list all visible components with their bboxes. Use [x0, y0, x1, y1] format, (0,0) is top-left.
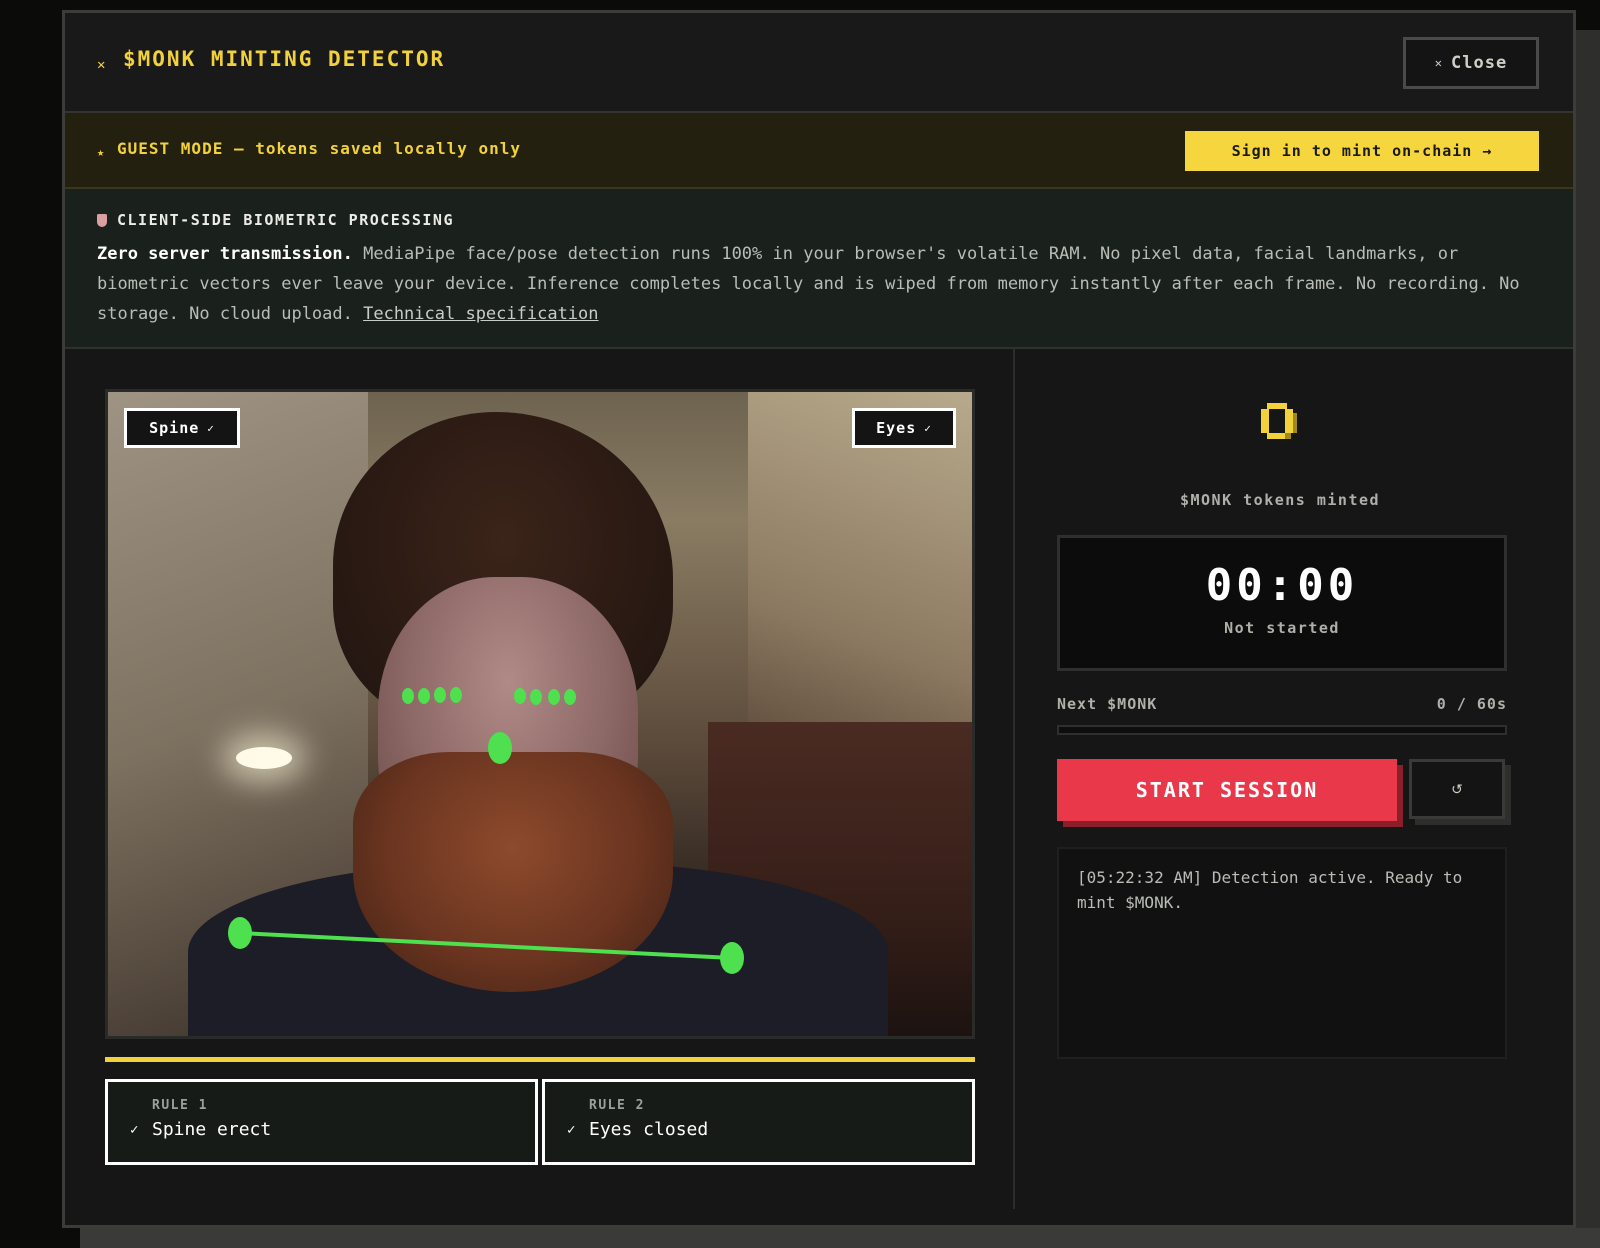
eye-landmark	[514, 688, 526, 704]
check-icon: ✓	[924, 421, 932, 435]
title-x-icon: ✕	[97, 57, 106, 73]
check-icon: ✓	[130, 1121, 139, 1138]
reset-button[interactable]: ↺	[1409, 759, 1505, 819]
camera-feed: Spine ✓ Eyes ✓	[105, 389, 975, 1039]
rule-card-1: RULE 1 ✓ Spine erect	[105, 1079, 538, 1165]
next-monk-progress	[1057, 725, 1507, 735]
backdrop-strip	[80, 1228, 1600, 1248]
eye-landmark	[530, 689, 542, 705]
next-monk-row: Next $MONK 0 / 60s	[1057, 695, 1507, 713]
modal-header: ✕ $MONK MINTING DETECTOR ✕ Close	[65, 13, 1573, 113]
eye-landmark	[418, 688, 430, 704]
log-entry: [05:22:32 AM] Detection active. Ready to…	[1077, 868, 1463, 912]
main-content: Spine ✓ Eyes ✓ RULE 1 ✓ Spine erect RULE…	[65, 349, 1573, 1209]
rule-label: RULE 2	[589, 1098, 645, 1113]
right-eye-landmarks	[514, 688, 576, 705]
tokens-minted-label: $MONK tokens minted	[1179, 491, 1381, 509]
rule-row: ✓ Eyes closed	[567, 1119, 972, 1140]
right-shoulder-landmark	[720, 942, 744, 974]
monk-coin-icon	[1261, 403, 1297, 439]
panel-divider	[1013, 349, 1015, 1209]
eyes-status-chip: Eyes ✓	[852, 408, 956, 448]
spine-chip-label: Spine	[149, 419, 200, 437]
timer-value: 00:00	[1205, 560, 1359, 611]
close-icon: ✕	[1434, 56, 1444, 70]
nose-landmark	[488, 732, 512, 764]
privacy-notice: CLIENT-SIDE BIOMETRIC PROCESSING Zero se…	[65, 189, 1573, 349]
eye-landmark	[450, 687, 462, 703]
timer-status: Not started	[1224, 619, 1340, 637]
eye-landmark	[564, 689, 576, 705]
reset-icon: ↺	[1451, 780, 1463, 797]
shield-icon	[97, 213, 107, 227]
check-icon: ✓	[207, 421, 215, 435]
next-monk-value: 0 / 60s	[1436, 695, 1507, 713]
detection-progress-bar	[105, 1057, 975, 1062]
eye-landmark	[548, 689, 560, 705]
rule-text: Spine erect	[152, 1119, 272, 1140]
eyes-chip-label: Eyes	[876, 419, 917, 437]
technical-specification-link[interactable]: Technical specification	[363, 304, 598, 324]
close-button[interactable]: ✕ Close	[1403, 37, 1539, 89]
start-session-button[interactable]: START SESSION	[1057, 759, 1397, 821]
guest-mode-text: GUEST MODE — tokens saved locally only	[117, 139, 522, 158]
check-icon: ✓	[567, 1121, 576, 1138]
privacy-lead: Zero server transmission.	[97, 244, 353, 264]
modal-title: $MONK MINTING DETECTOR	[123, 47, 446, 71]
privacy-title: CLIENT-SIDE BIOMETRIC PROCESSING	[117, 211, 454, 229]
left-eye-landmarks	[402, 687, 462, 704]
landmark-overlay	[228, 687, 744, 974]
star-icon: ★	[97, 145, 105, 159]
rule-card-2: RULE 2 ✓ Eyes closed	[542, 1079, 975, 1165]
session-timer: 00:00 Not started	[1057, 535, 1507, 671]
close-label: Close	[1451, 53, 1508, 73]
spine-status-chip: Spine ✓	[124, 408, 240, 448]
eye-landmark	[402, 688, 414, 704]
guest-mode-banner: ★ GUEST MODE — tokens saved locally only…	[65, 113, 1573, 189]
privacy-body: Zero server transmission. MediaPipe face…	[97, 239, 1537, 329]
next-monk-label: Next $MONK	[1057, 695, 1158, 713]
rule-text: Eyes closed	[589, 1119, 709, 1140]
activity-log: [05:22:32 AM] Detection active. Ready to…	[1057, 847, 1507, 1059]
backdrop-panel	[1572, 30, 1600, 1228]
minting-detector-modal: ✕ $MONK MINTING DETECTOR ✕ Close ★ GUEST…	[62, 10, 1576, 1228]
sign-in-button[interactable]: Sign in to mint on-chain →	[1185, 131, 1539, 171]
rule-label: RULE 1	[152, 1098, 208, 1113]
rule-row: ✓ Spine erect	[130, 1119, 535, 1140]
eye-landmark	[434, 687, 446, 703]
privacy-header: CLIENT-SIDE BIOMETRIC PROCESSING	[97, 209, 1541, 231]
shoulder-line	[239, 931, 733, 960]
left-shoulder-landmark	[228, 917, 252, 949]
